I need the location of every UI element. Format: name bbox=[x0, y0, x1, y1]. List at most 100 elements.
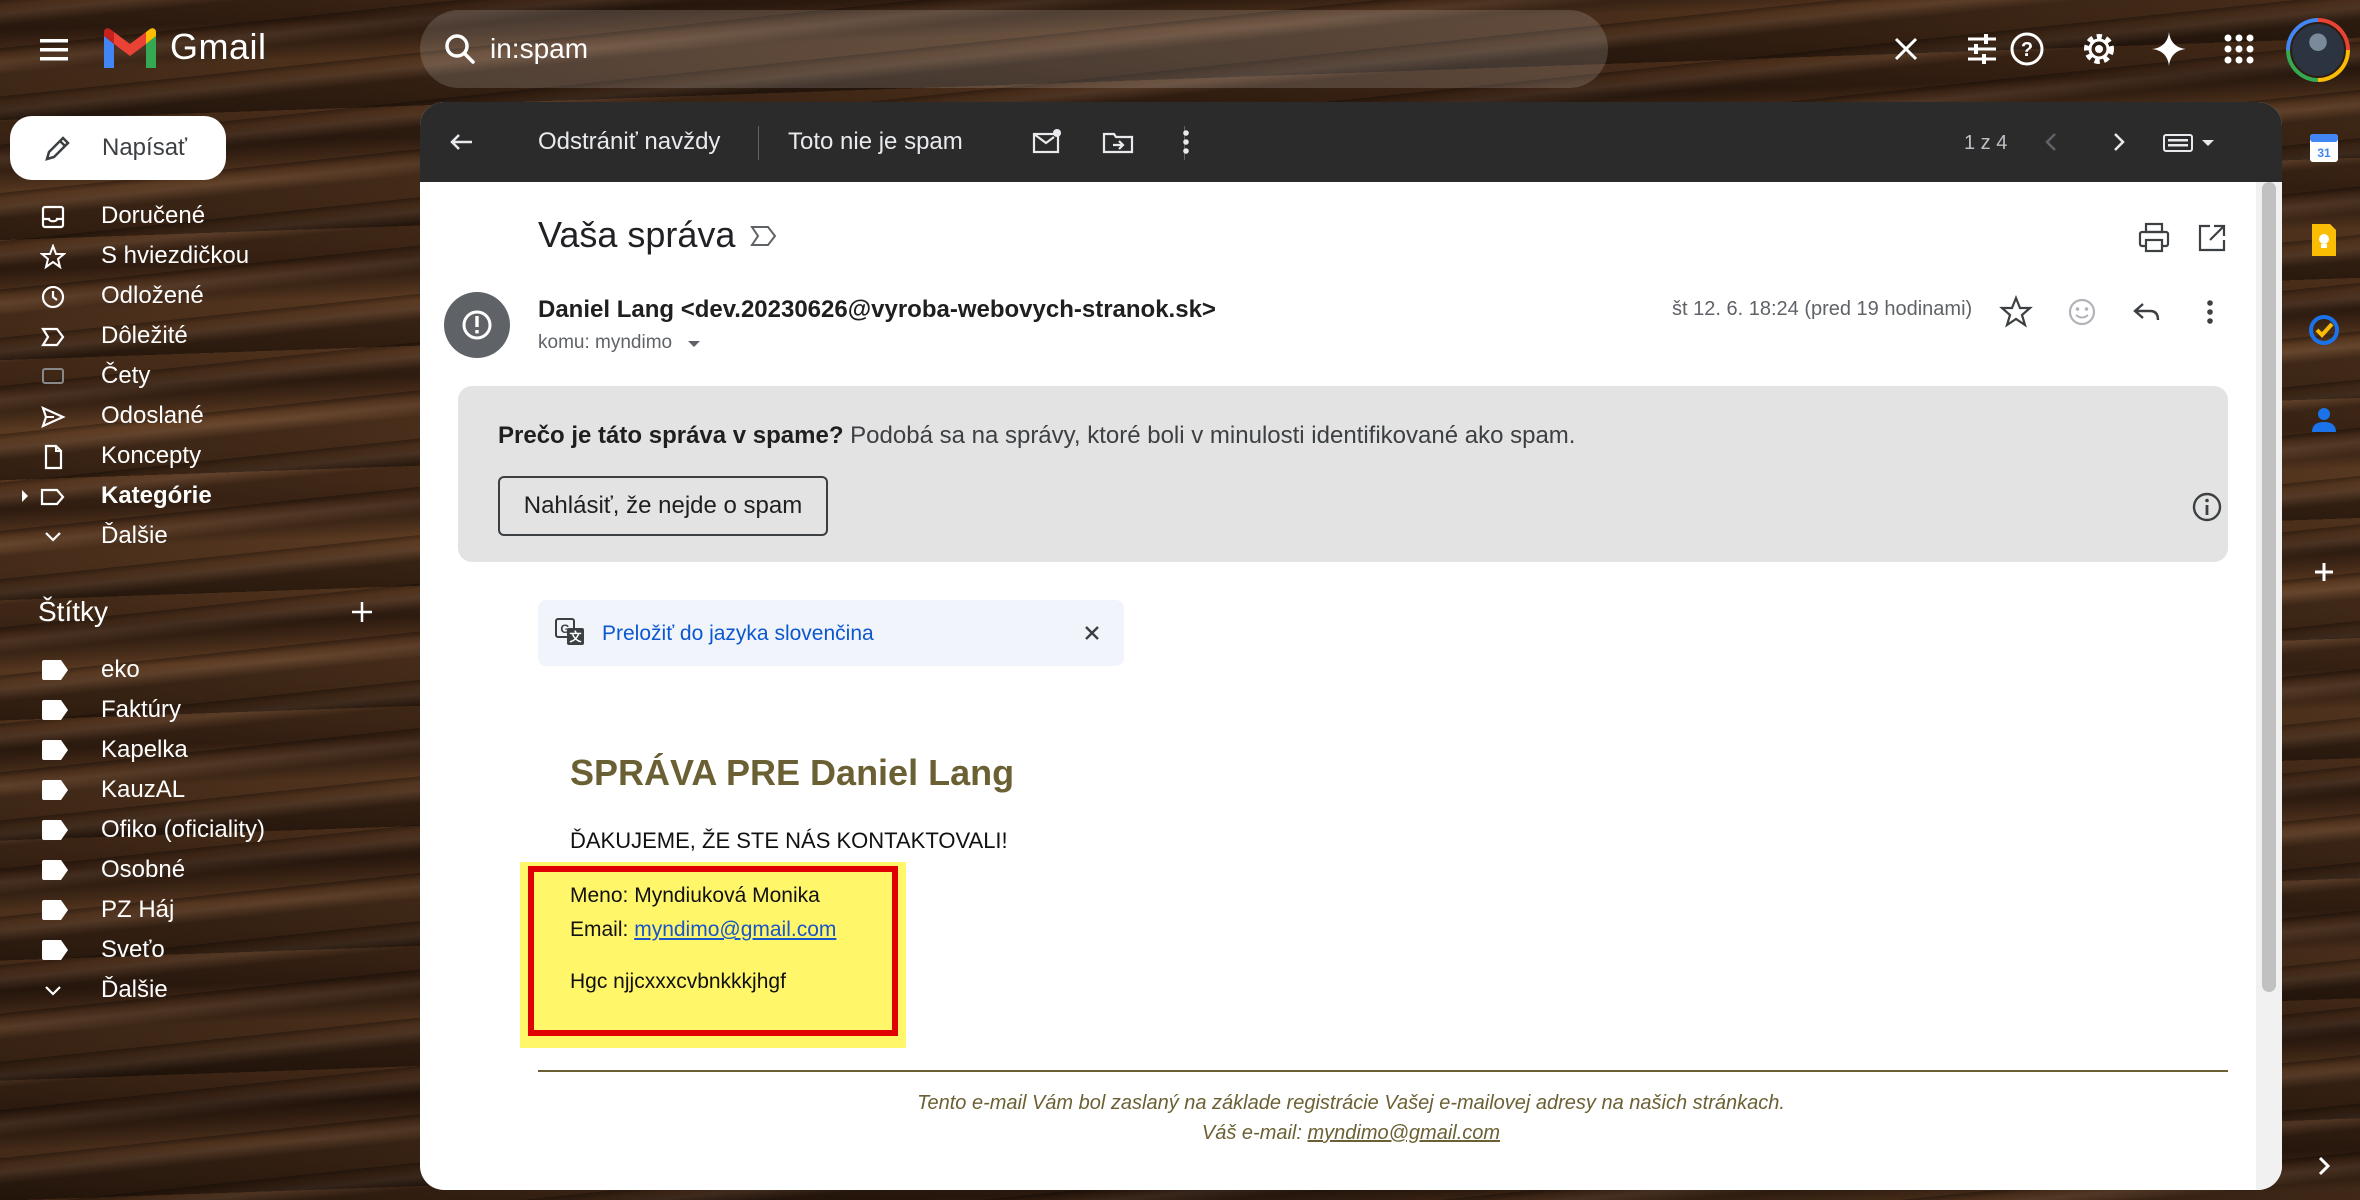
sidebar-item-label: Dôležité bbox=[101, 322, 188, 349]
label-item[interactable]: eko bbox=[0, 650, 420, 690]
compose-label: Napísať bbox=[102, 134, 188, 161]
back-arrow-icon[interactable] bbox=[442, 122, 482, 162]
chat-icon bbox=[40, 364, 66, 390]
search-bar[interactable] bbox=[420, 10, 1996, 88]
sidebar-item-inbox[interactable]: Doručené bbox=[0, 196, 420, 236]
star-icon[interactable] bbox=[1996, 292, 2036, 332]
close-icon[interactable] bbox=[1078, 619, 1106, 647]
clock-icon bbox=[40, 284, 66, 310]
chevron-down-icon bbox=[40, 978, 66, 1004]
sidebar-item-label: Koncepty bbox=[101, 442, 202, 469]
labels-list: eko Faktúry Kapelka KauzAL Ofiko (oficia… bbox=[0, 650, 420, 1010]
delete-forever-button[interactable]: Odstrániť navždy bbox=[538, 128, 720, 156]
svg-text:文: 文 bbox=[569, 629, 582, 644]
not-spam-button[interactable]: Toto nie je spam bbox=[788, 128, 963, 156]
mark-unread-icon[interactable] bbox=[1026, 122, 1066, 162]
sidebar-item-chats[interactable]: Čety bbox=[0, 356, 420, 396]
labels-more[interactable]: Ďalšie bbox=[0, 970, 420, 1010]
search-icon[interactable] bbox=[440, 29, 480, 69]
label-item[interactable]: KauzAL bbox=[0, 770, 420, 810]
scrollbar-thumb[interactable] bbox=[2262, 182, 2276, 992]
spam-explanation: Prečo je táto správa v spame? Podobá sa … bbox=[498, 422, 1575, 450]
emoji-reaction-icon[interactable] bbox=[2062, 292, 2102, 332]
keep-notes-icon[interactable] bbox=[2304, 220, 2344, 260]
label-item-text: Ďalšie bbox=[101, 976, 168, 1003]
label-item-text: PZ Háj bbox=[101, 896, 175, 923]
spam-warning-banner: Prečo je táto správa v spame? Podobá sa … bbox=[458, 386, 2228, 562]
search-input[interactable] bbox=[490, 28, 1390, 70]
sender-name-field: Meno: Myndiuková Monika bbox=[570, 884, 820, 907]
report-not-spam-button[interactable]: Nahlásiť, že nejde o spam bbox=[498, 476, 828, 536]
clear-search-icon[interactable] bbox=[1886, 29, 1926, 69]
chevron-down-icon bbox=[40, 524, 66, 550]
importance-marker-icon[interactable] bbox=[750, 224, 778, 248]
pencil-icon bbox=[42, 132, 74, 164]
label-item[interactable]: Sveťo bbox=[0, 930, 420, 970]
label-item-text: KauzAL bbox=[101, 776, 186, 803]
inbox-icon bbox=[40, 204, 66, 230]
search-options-icon[interactable] bbox=[1962, 29, 2002, 69]
calendar-icon[interactable]: 31 bbox=[2304, 128, 2344, 168]
more-vert-icon[interactable] bbox=[2190, 292, 2230, 332]
draft-file-icon bbox=[40, 444, 66, 470]
email-heading: SPRÁVA PRE Daniel Lang bbox=[570, 752, 1015, 793]
tasks-icon[interactable] bbox=[2304, 310, 2344, 350]
star-icon bbox=[40, 244, 66, 270]
sidebar-item-sent[interactable]: Odoslané bbox=[0, 396, 420, 436]
label-item[interactable]: Faktúry bbox=[0, 690, 420, 730]
gmail-logo-icon[interactable] bbox=[100, 26, 160, 72]
sidebar-item-drafts[interactable]: Koncepty bbox=[0, 436, 420, 476]
message-view: Odstrániť navždy Toto nie je spam 1 z 4 … bbox=[420, 102, 2282, 1190]
add-label-icon[interactable] bbox=[346, 596, 378, 628]
message-text-field: Hgc njjcxxxcvbnkkkjhgf bbox=[570, 970, 786, 993]
open-in-new-window-icon[interactable] bbox=[2194, 220, 2230, 256]
move-to-icon[interactable] bbox=[1098, 122, 1138, 162]
reply-icon[interactable] bbox=[2126, 292, 2166, 332]
footer-email-link[interactable]: myndimo@gmail.com bbox=[1308, 1122, 1501, 1144]
older-chevron-icon[interactable] bbox=[2098, 122, 2138, 162]
scrollbar-track[interactable] bbox=[2256, 182, 2282, 1190]
important-icon bbox=[40, 324, 66, 350]
apps-grid-icon[interactable] bbox=[2218, 28, 2260, 70]
label-tag-icon bbox=[42, 740, 68, 760]
sidebar-item-important[interactable]: Dôležité bbox=[0, 316, 420, 356]
show-details-caret-icon[interactable] bbox=[686, 338, 702, 350]
contacts-icon[interactable] bbox=[2304, 400, 2344, 440]
print-icon[interactable] bbox=[2136, 220, 2172, 256]
translate-icon: G文 bbox=[554, 616, 586, 648]
expand-arrow-icon[interactable] bbox=[20, 489, 30, 503]
input-tools-keyboard-icon[interactable] bbox=[2160, 122, 2230, 162]
sidebar-item-snoozed[interactable]: Odložené bbox=[0, 276, 420, 316]
sidebar-item-categories[interactable]: Kategórie bbox=[0, 476, 420, 516]
newer-chevron-icon[interactable] bbox=[2032, 122, 2072, 162]
label-item[interactable]: Osobné bbox=[0, 850, 420, 890]
email-link[interactable]: myndimo@gmail.com bbox=[634, 918, 836, 941]
label-tag-icon bbox=[42, 900, 68, 920]
add-addon-icon[interactable] bbox=[2304, 552, 2344, 592]
help-icon[interactable]: ? bbox=[2006, 28, 2048, 70]
expand-panel-chevron-icon[interactable] bbox=[2304, 1146, 2344, 1186]
sidebar-item-label: S hviezdičkou bbox=[101, 242, 250, 269]
sidebar-item-starred[interactable]: S hviezdičkou bbox=[0, 236, 420, 276]
info-icon[interactable] bbox=[2190, 490, 2224, 524]
main-menu-icon[interactable] bbox=[30, 30, 78, 70]
label-item-text: Ofiko (oficiality) bbox=[101, 816, 266, 843]
label-item-text: Kapelka bbox=[101, 736, 188, 763]
label-item[interactable]: Ofiko (oficiality) bbox=[0, 810, 420, 850]
label-item-text: Sveťo bbox=[101, 936, 165, 963]
more-vert-icon[interactable] bbox=[1166, 122, 1206, 162]
translate-link[interactable]: Preložiť do jazyka slovenčina bbox=[602, 622, 874, 646]
label-tag-icon bbox=[42, 820, 68, 840]
sidebar-item-more[interactable]: Ďalšie bbox=[0, 516, 420, 556]
sender-email-field: Email: myndimo@gmail.com bbox=[570, 918, 836, 942]
settings-gear-icon[interactable] bbox=[2078, 28, 2120, 70]
label-tag-icon bbox=[42, 780, 68, 800]
spam-reason: Podobá sa na správy, ktoré boli v minulo… bbox=[850, 422, 1576, 449]
svg-text:?: ? bbox=[2021, 39, 2033, 61]
label-item[interactable]: PZ Háj bbox=[0, 890, 420, 930]
label-tag-icon bbox=[42, 700, 68, 720]
compose-button[interactable]: Napísať bbox=[10, 116, 226, 180]
label-item[interactable]: Kapelka bbox=[0, 730, 420, 770]
gemini-sparkle-icon[interactable] bbox=[2148, 28, 2190, 70]
account-avatar[interactable] bbox=[2286, 18, 2350, 82]
